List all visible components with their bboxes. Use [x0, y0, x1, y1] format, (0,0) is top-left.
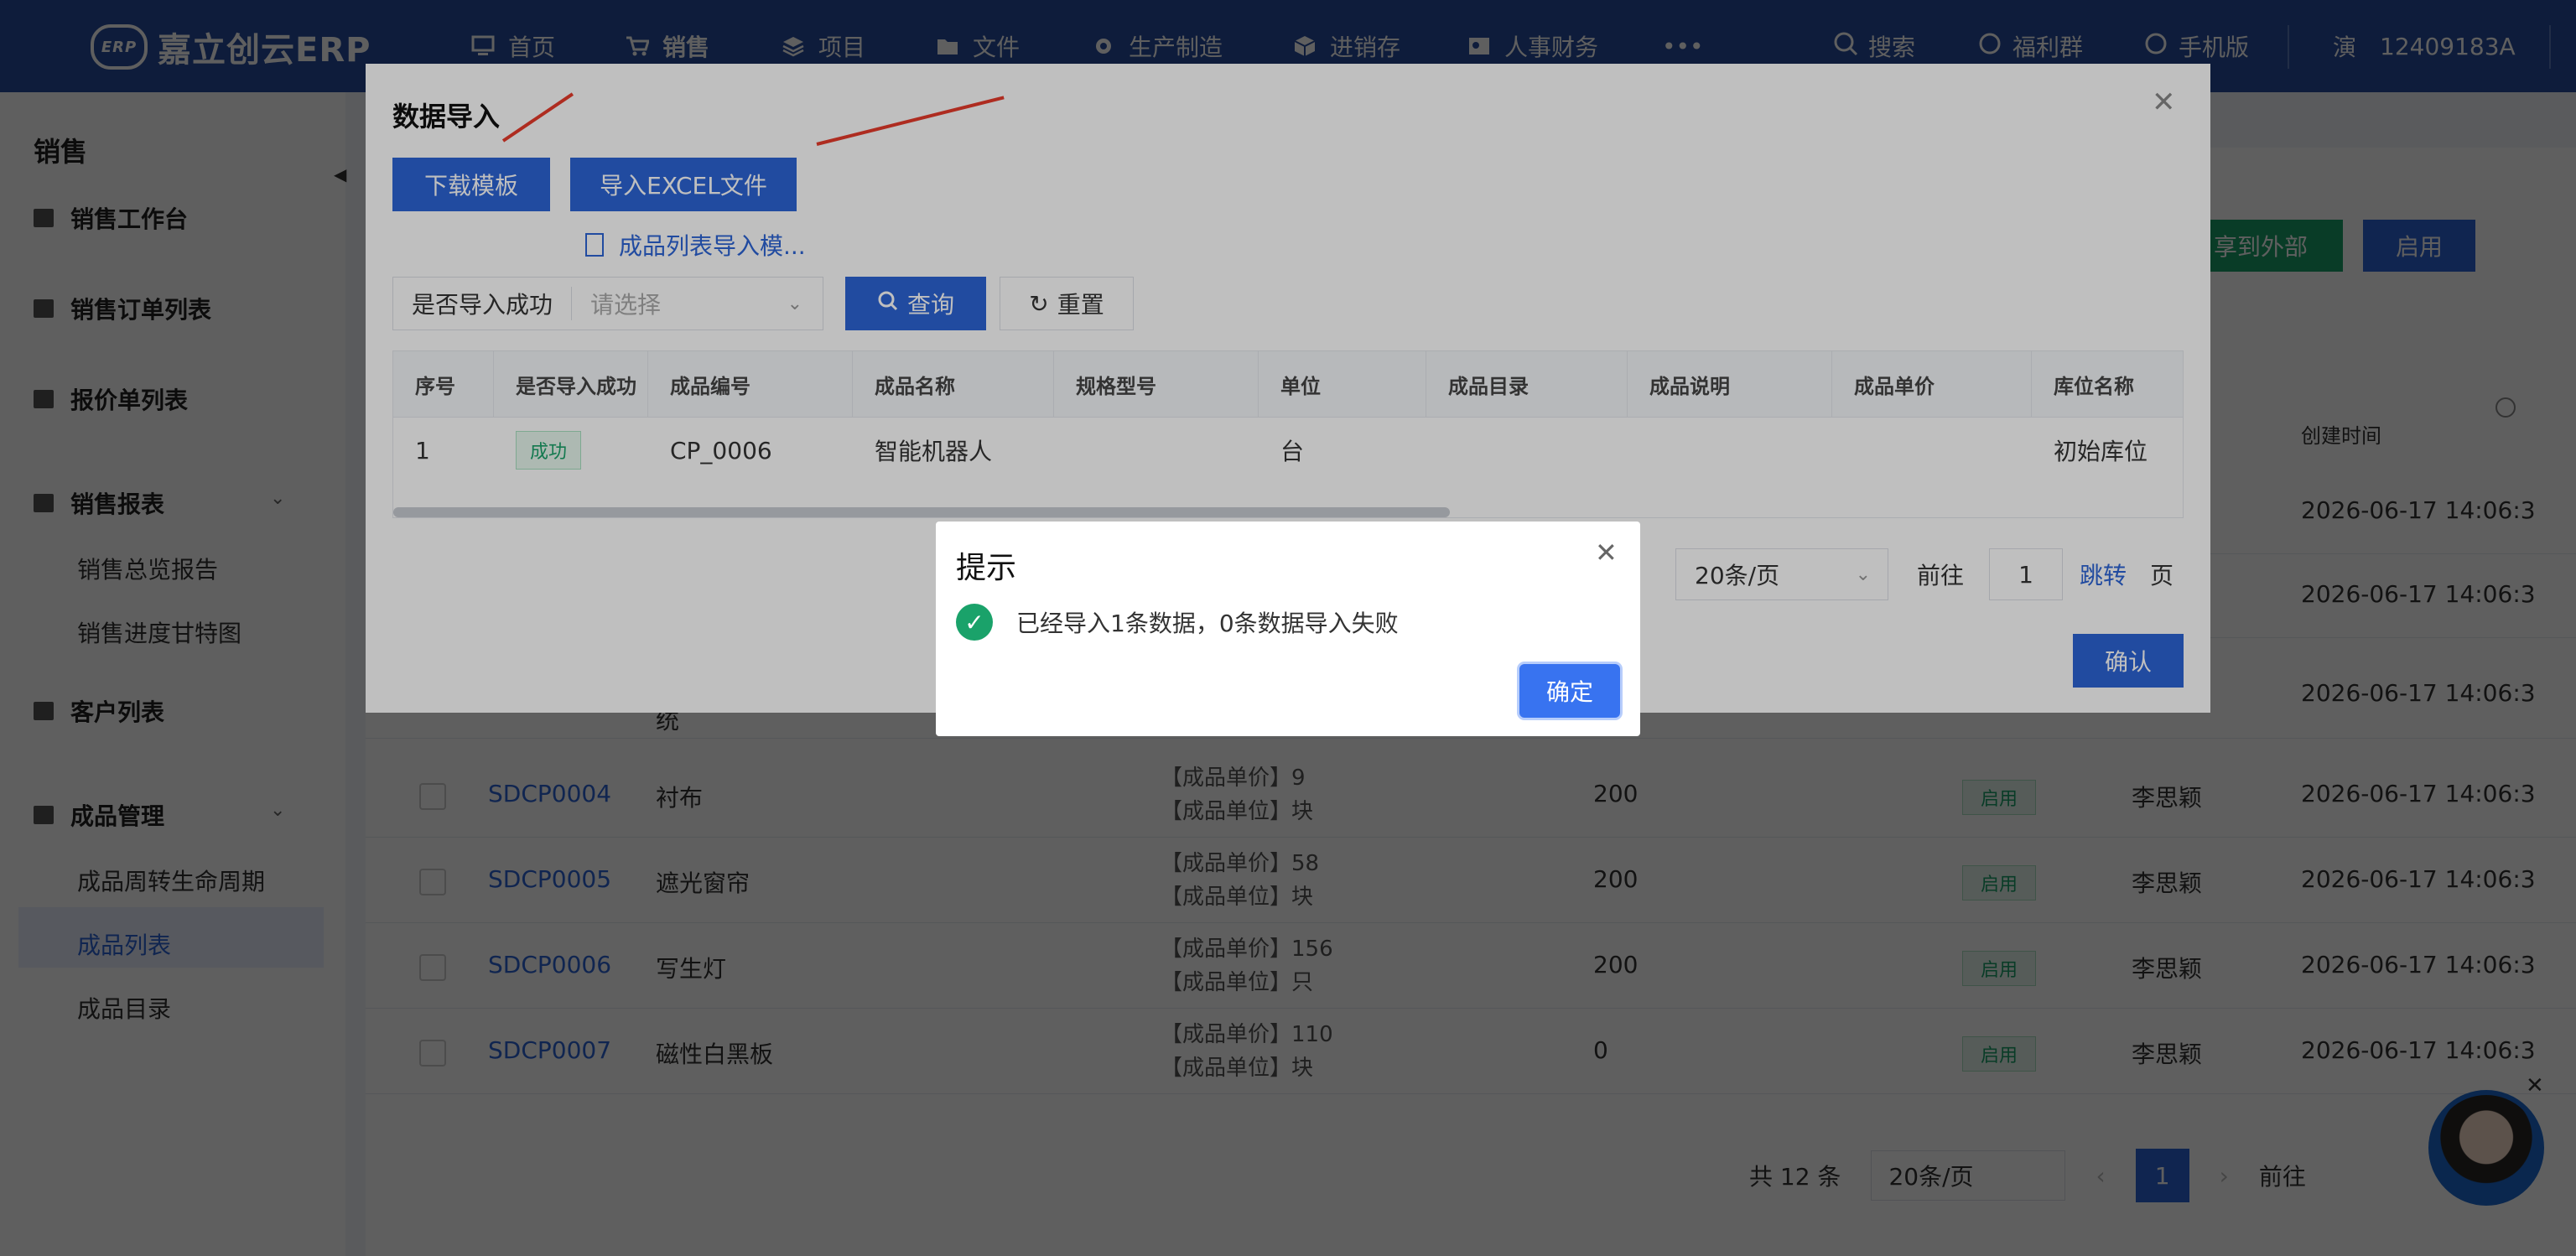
prompt-title: 提示 [956, 551, 1017, 585]
prompt-dialog: 提示 ✕ ✓ 已经导入1条数据，0条数据导入失败 确定 [936, 522, 1640, 736]
close-icon[interactable]: ✕ [1595, 537, 1618, 568]
success-check-icon: ✓ [956, 604, 993, 641]
prompt-message-text: 已经导入1条数据，0条数据导入失败 [1016, 610, 1399, 637]
ok-button[interactable]: 确定 [1519, 664, 1620, 718]
prompt-message: ✓ 已经导入1条数据，0条数据导入失败 [956, 604, 1399, 641]
